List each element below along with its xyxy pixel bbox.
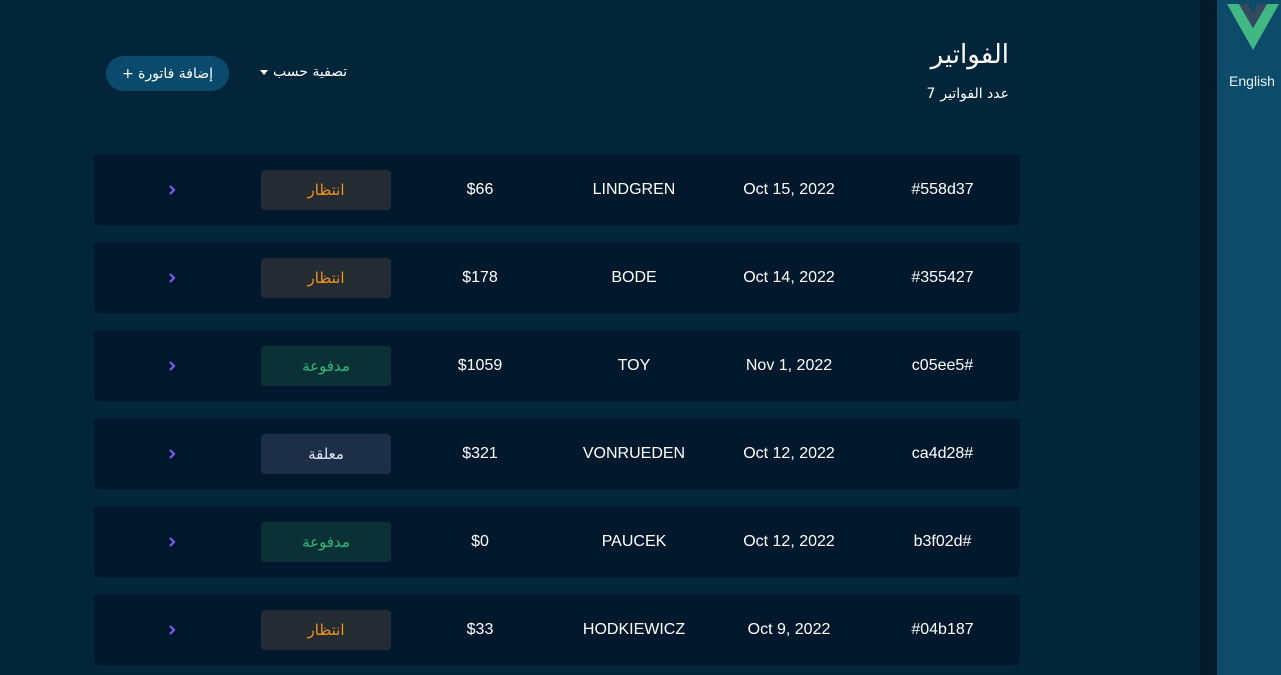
invoice-count-label: عدد الفواتير [940,86,1009,102]
filter-label: تصفية حسب [273,64,348,80]
status-badge: معلقة [261,434,391,474]
invoice-client: BODE [611,269,657,286]
status-badge: مدفوعة [261,346,391,386]
invoice-amount: $33 [466,621,494,638]
status-badge: انتظار [261,258,391,298]
chevron-right-icon[interactable] [164,594,180,665]
chevron-right-icon[interactable] [164,154,180,225]
invoice-row[interactable]: #355427 Oct 14, 2022 BODE $178 انتظار [94,242,1020,313]
invoice-row[interactable]: c05ee5# Nov 1, 2022 TOY $1059 مدفوعة [94,330,1020,401]
invoice-client: PAUCEK [601,533,667,550]
sidebar-edge [1200,0,1217,675]
language-toggle-button[interactable]: English [1217,73,1281,89]
invoice-count: عدد الفواتير7 [926,86,1009,102]
invoice-amount: $178 [462,269,498,286]
invoice-date: Nov 1, 2022 [745,357,833,374]
app-root: English الفواتير عدد الفواتير7 تصفية حسب… [0,0,1281,675]
invoice-amount: $321 [462,445,498,462]
invoice-client: VONRUEDEN [582,445,686,462]
chevron-right-icon[interactable] [164,418,180,489]
filter-dropdown[interactable]: تصفية حسب [260,64,347,80]
add-invoice-button[interactable]: إضافة فاتورة + [106,56,229,91]
chevron-right-icon[interactable] [164,506,180,577]
invoice-amount: $0 [471,533,489,550]
status-badge: انتظار [261,610,391,650]
invoice-amount: $66 [466,181,494,198]
invoice-id: ca4d28# [911,445,974,462]
vue-logo-icon[interactable] [1227,4,1279,50]
invoice-date: Oct 9, 2022 [747,621,831,638]
chevron-right-icon[interactable] [164,242,180,313]
invoice-row[interactable]: ca4d28# Oct 12, 2022 VONRUEDEN $321 معلقة [94,418,1020,489]
invoice-id: #04b187 [911,621,974,638]
invoice-id: #558d37 [911,181,974,198]
invoice-id: b3f02d# [913,533,972,550]
invoice-row[interactable]: #558d37 Oct 15, 2022 LINDGREN $66 انتظار [94,154,1020,225]
invoice-count-value: 7 [926,86,936,102]
page-title: الفواتير [930,40,1009,70]
invoice-id: c05ee5# [911,357,974,374]
add-invoice-label: إضافة فاتورة + [121,65,214,82]
sidebar: English [1217,0,1281,675]
invoice-date: Oct 14, 2022 [743,269,835,286]
chevron-right-icon[interactable] [164,330,180,401]
status-badge: مدفوعة [261,522,391,562]
invoice-date: Oct 15, 2022 [743,181,835,198]
invoice-date: Oct 12, 2022 [743,445,835,462]
status-badge: انتظار [261,170,391,210]
invoice-amount: $1059 [457,357,503,374]
caret-down-icon [260,69,268,75]
invoice-list: #558d37 Oct 15, 2022 LINDGREN $66 انتظار #355… [94,154,1020,675]
invoice-row[interactable]: #04b187 Oct 9, 2022 HODKIEWICZ $33 انتظار [94,594,1020,665]
invoice-client: TOY [617,357,651,374]
invoice-client: HODKIEWICZ [582,621,686,638]
invoice-client: LINDGREN [592,181,676,198]
invoice-row[interactable]: b3f02d# Oct 12, 2022 PAUCEK $0 مدفوعة [94,506,1020,577]
invoice-date: Oct 12, 2022 [743,533,835,550]
invoice-id: #355427 [911,269,974,286]
